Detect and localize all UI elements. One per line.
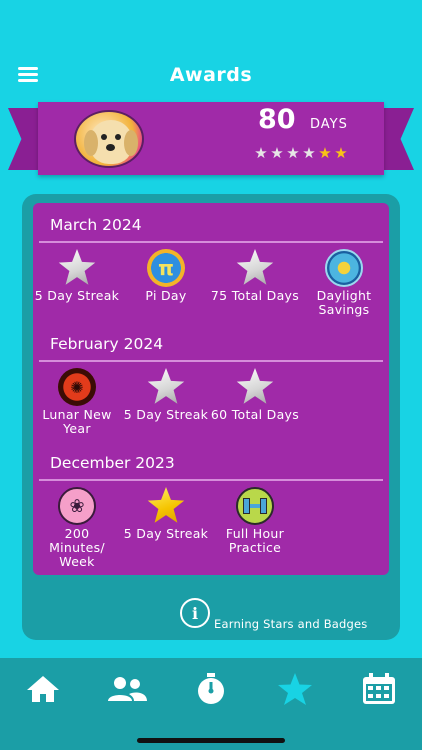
tab-awards[interactable] <box>270 670 320 708</box>
badge-label: Daylight Savings <box>316 288 372 317</box>
earning-stars-info-link[interactable]: i Earning Stars and Badges <box>180 598 368 631</box>
silver-star-icon <box>58 249 96 285</box>
dumbbell-icon <box>236 487 274 525</box>
silver-star-icon: ★ <box>254 144 268 162</box>
gold-star-icon: ★ <box>334 144 348 162</box>
badge-pi-day[interactable]: π Pi Day <box>119 249 213 303</box>
people-icon <box>108 677 147 701</box>
badge-full-hour-practice[interactable]: Full Hour Practice <box>208 487 302 555</box>
stopwatch-icon <box>198 673 224 704</box>
home-icon <box>27 676 59 702</box>
badge-label: 75 Total Days <box>210 288 300 303</box>
badge-5-day-streak[interactable]: 5 Day Streak <box>119 368 213 422</box>
badge-label: 60 Total Days <box>210 407 300 422</box>
dragon-icon: ✺ <box>58 368 96 406</box>
dog-avatar-icon <box>74 110 144 168</box>
silver-star-icon: ★ <box>270 144 284 162</box>
silver-star-icon: ★ <box>286 144 300 162</box>
badge-label: 5 Day Streak <box>34 288 120 303</box>
banner-body: 80 DAYS ★ ★ ★ ★ ★ ★ <box>38 102 384 175</box>
gold-star-icon: ★ <box>318 144 332 162</box>
badge-label: Lunar New Year <box>42 407 112 436</box>
silver-star-icon: ★ <box>302 144 316 162</box>
days-label: DAYS <box>310 117 348 132</box>
pi-icon: π <box>147 249 185 287</box>
divider <box>39 479 383 481</box>
section-heading: February 2024 <box>50 335 164 353</box>
section-heading: December 2023 <box>50 454 175 472</box>
divider <box>39 241 383 243</box>
star-icon <box>278 673 312 705</box>
badge-200-minutes-week[interactable]: ❀ 200 Minutes/ Week <box>33 487 124 569</box>
info-icon: i <box>180 598 210 628</box>
silver-star-icon <box>236 249 274 285</box>
star-rating: ★ ★ ★ ★ ★ ★ <box>253 146 349 161</box>
page-title: Awards <box>169 64 253 86</box>
paw-icon: ❀ <box>58 487 96 525</box>
days-count: 80 <box>258 104 296 135</box>
badge-label: 200 Minutes/ Week <box>49 526 105 569</box>
badge-label: Pi Day <box>145 288 187 303</box>
section-heading: March 2024 <box>50 216 142 234</box>
badge-60-total-days[interactable]: 60 Total Days <box>208 368 302 422</box>
badge-label: 5 Day Streak <box>123 526 209 541</box>
tab-people[interactable] <box>102 670 152 708</box>
silver-star-icon <box>147 368 185 404</box>
badge-label: Full Hour Practice <box>225 526 285 555</box>
info-link-text: Earning Stars and Badges <box>214 617 368 631</box>
badge-daylight-savings[interactable]: Daylight Savings <box>297 249 389 317</box>
top-bar: Awards <box>0 55 422 97</box>
sun-clock-icon <box>325 249 363 287</box>
badge-lunar-new-year[interactable]: ✺ Lunar New Year <box>33 368 124 436</box>
calendar-icon <box>363 673 395 704</box>
badge-label: 5 Day Streak <box>123 407 209 422</box>
gold-star-icon <box>147 487 185 523</box>
badge-5-day-streak[interactable]: 5 Day Streak <box>119 487 213 541</box>
awards-list[interactable]: March 2024 5 Day Streak π Pi Day 75 Tota… <box>33 203 389 575</box>
tab-calendar[interactable] <box>354 670 404 708</box>
home-indicator <box>137 738 285 743</box>
badge-5-day-streak[interactable]: 5 Day Streak <box>33 249 124 303</box>
summary-banner: 80 DAYS ★ ★ ★ ★ ★ ★ <box>0 100 422 180</box>
tab-home[interactable] <box>18 670 68 708</box>
bottom-tab-bar <box>0 658 422 750</box>
silver-star-icon <box>236 368 274 404</box>
divider <box>39 360 383 362</box>
badge-75-total-days[interactable]: 75 Total Days <box>208 249 302 303</box>
tab-timer[interactable] <box>186 670 236 708</box>
awards-panel: March 2024 5 Day Streak π Pi Day 75 Tota… <box>22 194 400 640</box>
